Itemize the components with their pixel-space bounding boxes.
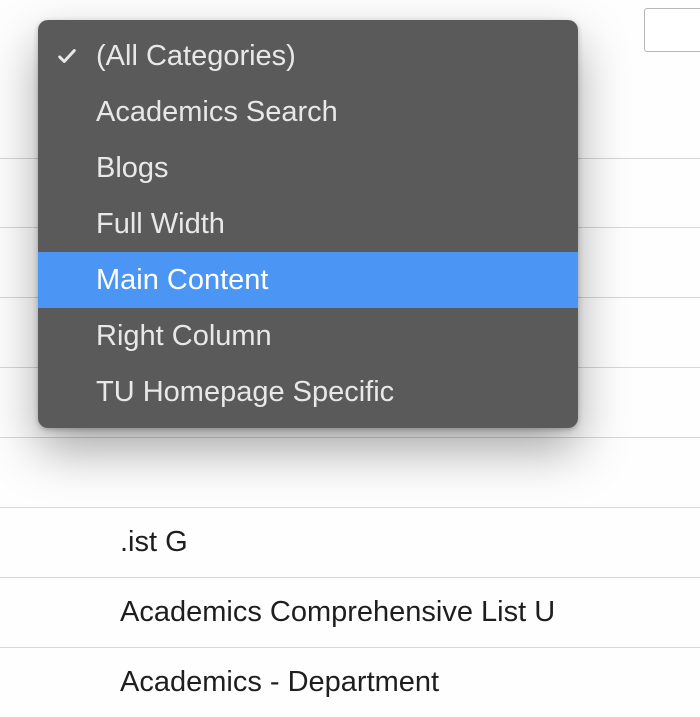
dropdown-item-full-width[interactable]: Full Width	[38, 196, 578, 252]
dropdown-item-all-categories[interactable]: (All Categories)	[38, 28, 578, 84]
dropdown-item-academics-search[interactable]: Academics Search	[38, 84, 578, 140]
dropdown-item-right-column[interactable]: Right Column	[38, 308, 578, 364]
dropdown-item-label: Main Content	[96, 264, 560, 297]
table-row[interactable]: Academics Comprehensive List U	[0, 578, 700, 648]
dropdown-item-label: Right Column	[96, 320, 560, 353]
row-label: .ist G	[120, 526, 188, 559]
table-row[interactable]	[0, 438, 700, 508]
table-row[interactable]: .ist G	[0, 508, 700, 578]
dropdown-item-label: Blogs	[96, 152, 560, 185]
dropdown-item-label: TU Homepage Specific	[96, 376, 560, 409]
row-label: Academics - Department	[120, 666, 439, 699]
row-label: Academics Comprehensive List U	[120, 596, 555, 629]
category-filter-dropdown[interactable]: (All Categories) Academics Search Blogs …	[38, 20, 578, 428]
dropdown-item-label: (All Categories)	[96, 40, 560, 73]
dropdown-item-label: Full Width	[96, 208, 560, 241]
check-icon	[38, 45, 96, 67]
dropdown-item-blogs[interactable]: Blogs	[38, 140, 578, 196]
dropdown-item-tu-homepage-specific[interactable]: TU Homepage Specific	[38, 364, 578, 420]
dropdown-item-label: Academics Search	[96, 96, 560, 129]
dropdown-item-main-content[interactable]: Main Content	[38, 252, 578, 308]
table-row[interactable]: Academics - Department	[0, 648, 700, 718]
